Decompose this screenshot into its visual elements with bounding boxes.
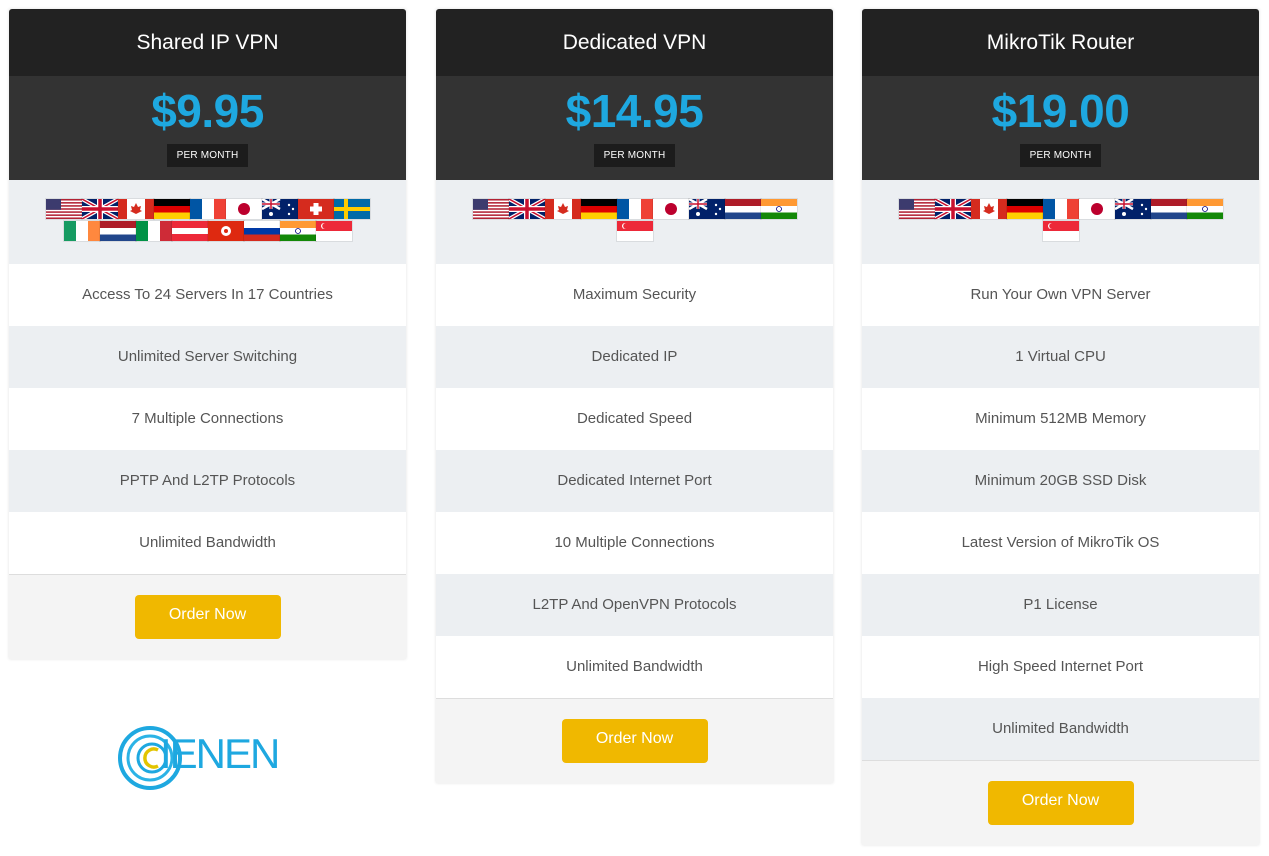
country-flags [9, 180, 406, 264]
flag-ca-icon [544, 199, 581, 219]
order-footer: Order Now [862, 760, 1259, 845]
order-now-button[interactable]: Order Now [987, 781, 1134, 825]
billing-period-badge: PER MONTH [166, 144, 249, 167]
flag-ch-icon [297, 199, 334, 219]
flag-nl-icon [99, 221, 136, 241]
order-now-button[interactable]: Order Now [134, 595, 281, 639]
flag-au-icon [261, 199, 298, 219]
flag-gb-icon [934, 199, 971, 219]
flag-ie-icon [63, 221, 100, 241]
plan-price: $9.95 [151, 85, 264, 137]
flag-in-icon [760, 199, 797, 219]
flag-sg-icon [315, 221, 352, 241]
feature-item: Unlimited Server Switching [9, 326, 406, 388]
price-band: $19.00 PER MONTH [862, 76, 1259, 180]
feature-item: Minimum 512MB Memory [862, 388, 1259, 450]
feature-item: Run Your Own VPN Server [862, 264, 1259, 326]
order-now-button[interactable]: Order Now [561, 719, 708, 763]
price-band: $14.95 PER MONTH [436, 76, 833, 180]
flag-it-icon [135, 221, 172, 241]
flag-fr-icon [1042, 199, 1079, 219]
feature-item: 1 Virtual CPU [862, 326, 1259, 388]
feature-item: High Speed Internet Port [862, 636, 1259, 698]
flag-us-icon [472, 199, 509, 219]
flag-jp-icon [225, 199, 262, 219]
feature-item: 10 Multiple Connections [436, 512, 833, 574]
feature-item: Latest Version of MikroTik OS [862, 512, 1259, 574]
plan-title: Dedicated VPN [436, 9, 833, 76]
flag-sg-icon [616, 221, 653, 241]
flag-sg-icon [1042, 221, 1079, 241]
brand-logo: IENEN [118, 722, 288, 794]
flag-fr-icon [189, 199, 226, 219]
flag-de-icon [1006, 199, 1043, 219]
feature-item: Unlimited Bandwidth [862, 698, 1259, 760]
feature-item: Dedicated Internet Port [436, 450, 833, 512]
plan-card-shared-ip-vpn: Shared IP VPN $9.95 PER MONTH Access To … [9, 9, 406, 659]
country-flags [436, 180, 833, 264]
feature-item: Dedicated Speed [436, 388, 833, 450]
flag-gb-icon [81, 199, 118, 219]
plan-card-mikrotik-router: MikroTik Router $19.00 PER MONTH Run You… [862, 9, 1259, 845]
feature-item: Unlimited Bandwidth [436, 636, 833, 698]
flag-fr-icon [616, 199, 653, 219]
flag-de-icon [580, 199, 617, 219]
flag-ca-icon [117, 199, 154, 219]
plan-price: $19.00 [991, 85, 1130, 137]
order-footer: Order Now [9, 574, 406, 659]
feature-item: PPTP And L2TP Protocols [9, 450, 406, 512]
billing-period-badge: PER MONTH [593, 144, 676, 167]
plan-title: Shared IP VPN [9, 9, 406, 76]
flag-de-icon [153, 199, 190, 219]
flag-se-icon [333, 199, 370, 219]
flag-au-icon [688, 199, 725, 219]
feature-item: Access To 24 Servers In 17 Countries [9, 264, 406, 326]
flag-jp-icon [1078, 199, 1115, 219]
flag-at-icon [171, 221, 208, 241]
feature-item: Unlimited Bandwidth [9, 512, 406, 574]
flag-hk-icon [207, 221, 244, 241]
feature-item: Dedicated IP [436, 326, 833, 388]
feature-item: Minimum 20GB SSD Disk [862, 450, 1259, 512]
flag-jp-icon [652, 199, 689, 219]
flag-nl-icon [724, 199, 761, 219]
order-footer: Order Now [436, 698, 833, 783]
feature-item: Maximum Security [436, 264, 833, 326]
flag-gb-icon [508, 199, 545, 219]
flag-in-icon [1186, 199, 1223, 219]
feature-item: L2TP And OpenVPN Protocols [436, 574, 833, 636]
flag-nl-icon [1150, 199, 1187, 219]
flag-ru-icon [243, 221, 280, 241]
flag-in-icon [279, 221, 316, 241]
feature-item: P1 License [862, 574, 1259, 636]
flag-au-icon [1114, 199, 1151, 219]
price-band: $9.95 PER MONTH [9, 76, 406, 180]
plan-title: MikroTik Router [862, 9, 1259, 76]
plan-card-dedicated-vpn: Dedicated VPN $14.95 PER MONTH Maximum S… [436, 9, 833, 783]
flag-us-icon [898, 199, 935, 219]
flag-us-icon [45, 199, 82, 219]
plan-price: $14.95 [565, 85, 704, 137]
country-flags [862, 180, 1259, 264]
flag-ca-icon [970, 199, 1007, 219]
logo-text: IENEN [160, 730, 280, 777]
feature-item: 7 Multiple Connections [9, 388, 406, 450]
billing-period-badge: PER MONTH [1019, 144, 1102, 167]
